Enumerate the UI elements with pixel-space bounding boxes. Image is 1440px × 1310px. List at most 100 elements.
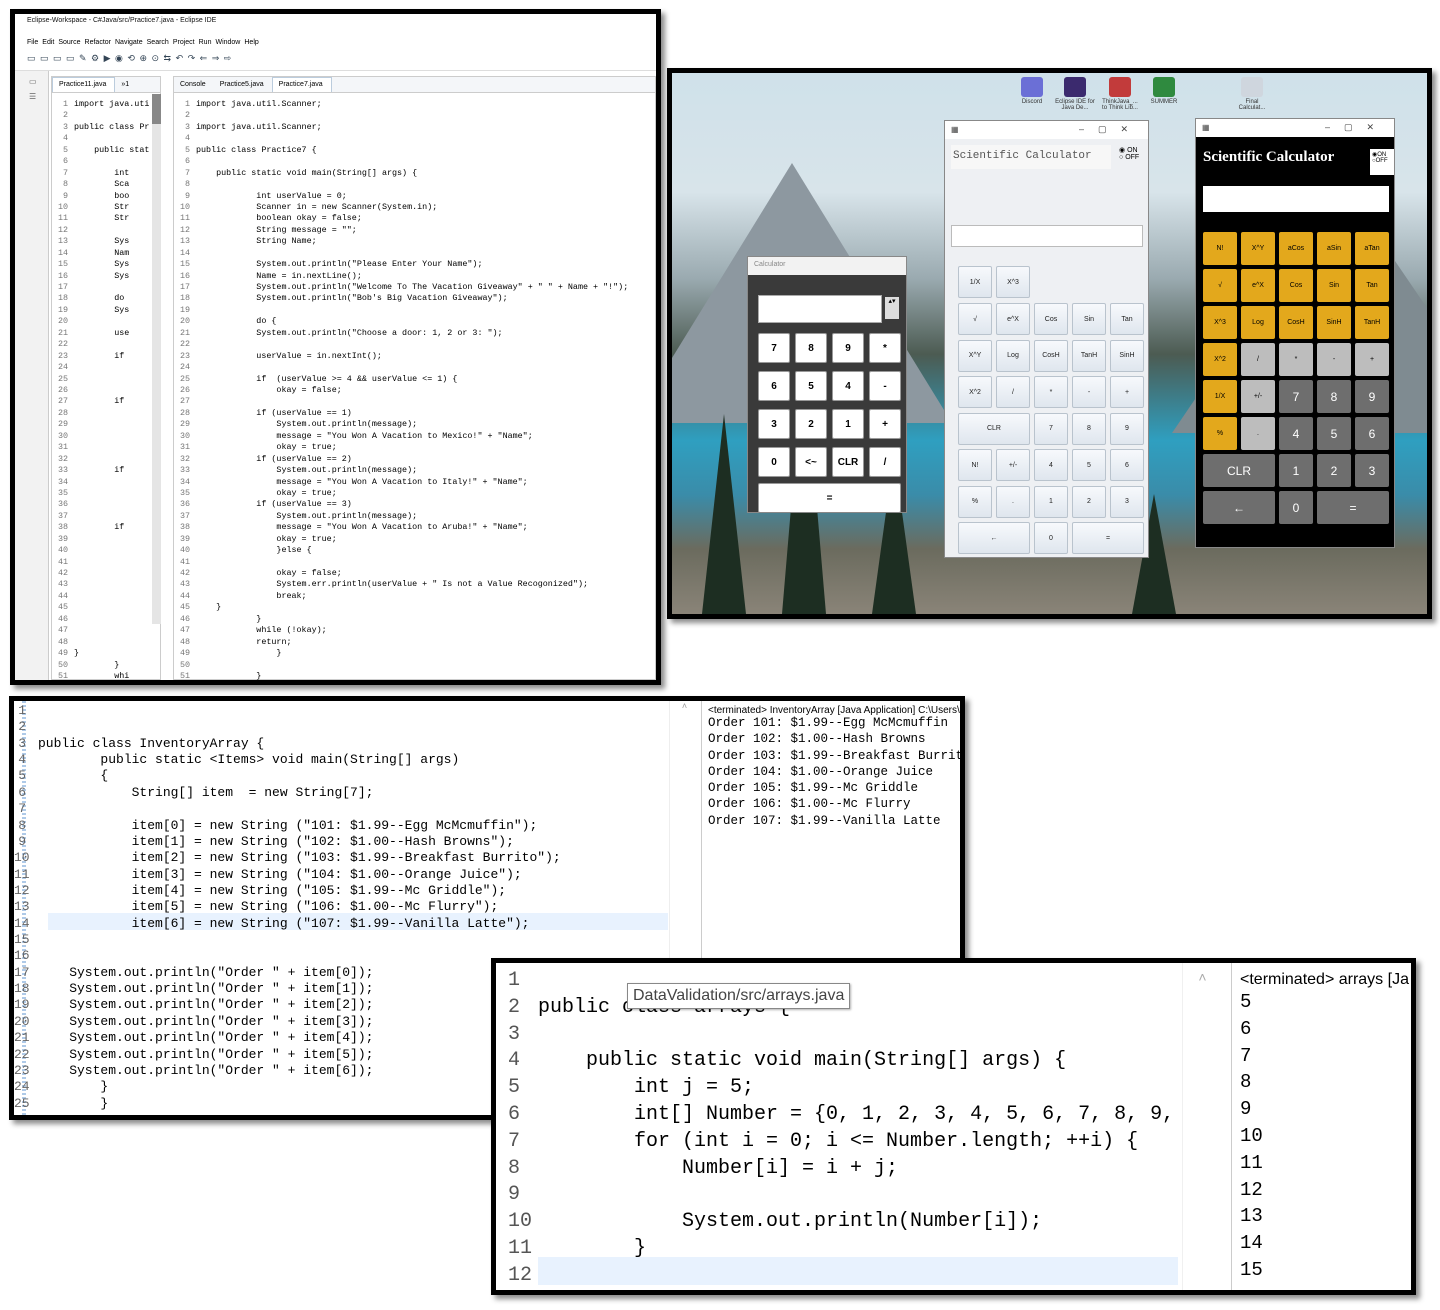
calc-key[interactable]: *: [1279, 343, 1313, 376]
spinner-icon[interactable]: ▴▾: [885, 297, 899, 319]
calc-key[interactable]: 2: [1317, 454, 1351, 487]
calc-key[interactable]: <~: [795, 447, 827, 477]
calc-key[interactable]: 4: [1034, 449, 1068, 481]
left-scrollbar[interactable]: [152, 94, 161, 624]
calc-key[interactable]: =: [1072, 522, 1144, 554]
calc-key[interactable]: TanH: [1072, 339, 1106, 372]
calc-key[interactable]: SinH: [1110, 339, 1144, 372]
calc-key[interactable]: 3: [758, 409, 790, 439]
calc-key[interactable]: -: [1072, 376, 1106, 408]
calc-key[interactable]: √: [1203, 269, 1237, 302]
calc-key[interactable]: -: [869, 371, 901, 401]
power-radio[interactable]: ◉ ON ○ OFF: [1119, 146, 1139, 161]
calc-key[interactable]: X^Y: [1241, 232, 1275, 265]
desktop-icon[interactable]: Eclipse IDE for Java De...: [1055, 77, 1095, 111]
outline-icon[interactable]: ☰: [15, 86, 48, 101]
calc-key[interactable]: ←: [958, 522, 1030, 554]
calc-key[interactable]: aTan: [1355, 232, 1389, 265]
calc-key[interactable]: X^3: [996, 266, 1030, 298]
menu-item[interactable]: Project: [173, 39, 195, 46]
calc-key[interactable]: aCos: [1279, 232, 1313, 265]
calc-key[interactable]: 1: [832, 409, 864, 439]
menu-item[interactable]: Search: [147, 39, 169, 46]
calc-key[interactable]: 8: [1072, 412, 1106, 445]
calc-key[interactable]: *: [1034, 376, 1068, 408]
calc-key[interactable]: Sin: [1072, 303, 1106, 335]
calc-key[interactable]: 9: [832, 333, 864, 363]
desktop-icon[interactable]: Discord: [1012, 77, 1052, 105]
calc-key[interactable]: Tan: [1355, 269, 1389, 302]
editor-tab[interactable]: Practice5.java: [214, 78, 272, 92]
menu-item[interactable]: Edit: [42, 39, 54, 46]
window-controls[interactable]: –▢✕: [1079, 124, 1142, 135]
restore-icon[interactable]: ▭: [15, 71, 48, 86]
menu-item[interactable]: Help: [244, 39, 258, 46]
calc-key[interactable]: Log: [1241, 306, 1275, 339]
calc-key[interactable]: TanH: [1355, 306, 1389, 339]
calc-key[interactable]: 5: [1072, 449, 1106, 481]
calc-key[interactable]: 4: [1279, 417, 1313, 450]
calc-key[interactable]: √: [958, 303, 992, 335]
desktop-icon[interactable]: ThinkJava_... to Think Lib...: [1100, 77, 1140, 111]
window-controls[interactable]: –▢✕: [1325, 122, 1388, 133]
calc-key[interactable]: 2: [795, 409, 827, 439]
calc-key[interactable]: CLR: [958, 412, 1030, 445]
power-radio[interactable]: ◉ON ○OFF: [1370, 149, 1394, 175]
light-display[interactable]: [951, 225, 1143, 247]
calc-key[interactable]: 4: [832, 371, 864, 401]
calc-key[interactable]: Sin: [1317, 269, 1351, 302]
calc-key[interactable]: *: [869, 333, 901, 363]
dark-display[interactable]: [1203, 186, 1389, 212]
calc-key[interactable]: X^Y: [958, 339, 992, 372]
menu-item[interactable]: Window: [215, 39, 240, 46]
editor-tab[interactable]: Practice7.java: [271, 77, 332, 92]
calc-key[interactable]: 6: [1110, 449, 1144, 481]
calc-key[interactable]: Tan: [1110, 303, 1144, 335]
editor-tab[interactable]: Console: [174, 78, 214, 92]
calc-key[interactable]: Cos: [1034, 303, 1068, 335]
calc-display[interactable]: [758, 295, 882, 323]
calc-key[interactable]: N!: [1203, 232, 1237, 265]
calc-key[interactable]: 8: [1317, 380, 1351, 413]
calc-key[interactable]: +: [1110, 376, 1144, 408]
desktop-icon[interactable]: Final Calculat...: [1232, 77, 1272, 111]
calc-key[interactable]: 3: [1355, 454, 1389, 487]
calc-key[interactable]: 6: [758, 371, 790, 401]
calc-key[interactable]: =: [1317, 491, 1389, 524]
calc-key[interactable]: +/-: [996, 449, 1030, 481]
calc-key[interactable]: 7: [1279, 380, 1313, 413]
calc-key[interactable]: X^2: [958, 376, 992, 408]
menu-item[interactable]: File: [27, 39, 38, 46]
calc-key[interactable]: 0: [1034, 522, 1068, 554]
calc-key[interactable]: /: [996, 376, 1030, 408]
calc-key[interactable]: 1: [1279, 454, 1313, 487]
calc-key[interactable]: aSin: [1317, 232, 1351, 265]
calc-key[interactable]: e^X: [996, 303, 1030, 335]
menu-item[interactable]: Refactor: [85, 39, 111, 46]
menu-item[interactable]: Run: [199, 39, 212, 46]
calc-key[interactable]: 2: [1072, 485, 1106, 518]
calc-key[interactable]: CLR: [832, 447, 864, 477]
equals-button[interactable]: =: [758, 483, 901, 512]
calc-key[interactable]: 1/X: [1203, 380, 1237, 413]
calc-key[interactable]: 8: [795, 333, 827, 363]
calc-key[interactable]: CosH: [1034, 339, 1068, 372]
calc-key[interactable]: %: [1203, 417, 1237, 450]
calc-key[interactable]: 1/X: [958, 266, 992, 298]
calc-key[interactable]: SinH: [1317, 306, 1351, 339]
calc-key[interactable]: 0: [758, 447, 790, 477]
calc-key[interactable]: 0: [1279, 491, 1313, 524]
calc-key[interactable]: N!: [958, 449, 992, 481]
calc-key[interactable]: e^X: [1241, 269, 1275, 302]
calc-key[interactable]: 3: [1110, 485, 1144, 518]
editor-scrollbar[interactable]: ˄: [1182, 963, 1222, 1290]
calc-key[interactable]: 9: [1355, 380, 1389, 413]
calc-key[interactable]: X^2: [1203, 343, 1237, 376]
calc-key[interactable]: /: [869, 447, 901, 477]
calc-key[interactable]: -: [1317, 343, 1351, 376]
calc-key[interactable]: 6: [1355, 417, 1389, 450]
calc-key[interactable]: %: [958, 485, 992, 518]
calc-key[interactable]: X^3: [1203, 306, 1237, 339]
menu-item[interactable]: Navigate: [115, 39, 143, 46]
calc-key[interactable]: 9: [1110, 412, 1144, 445]
